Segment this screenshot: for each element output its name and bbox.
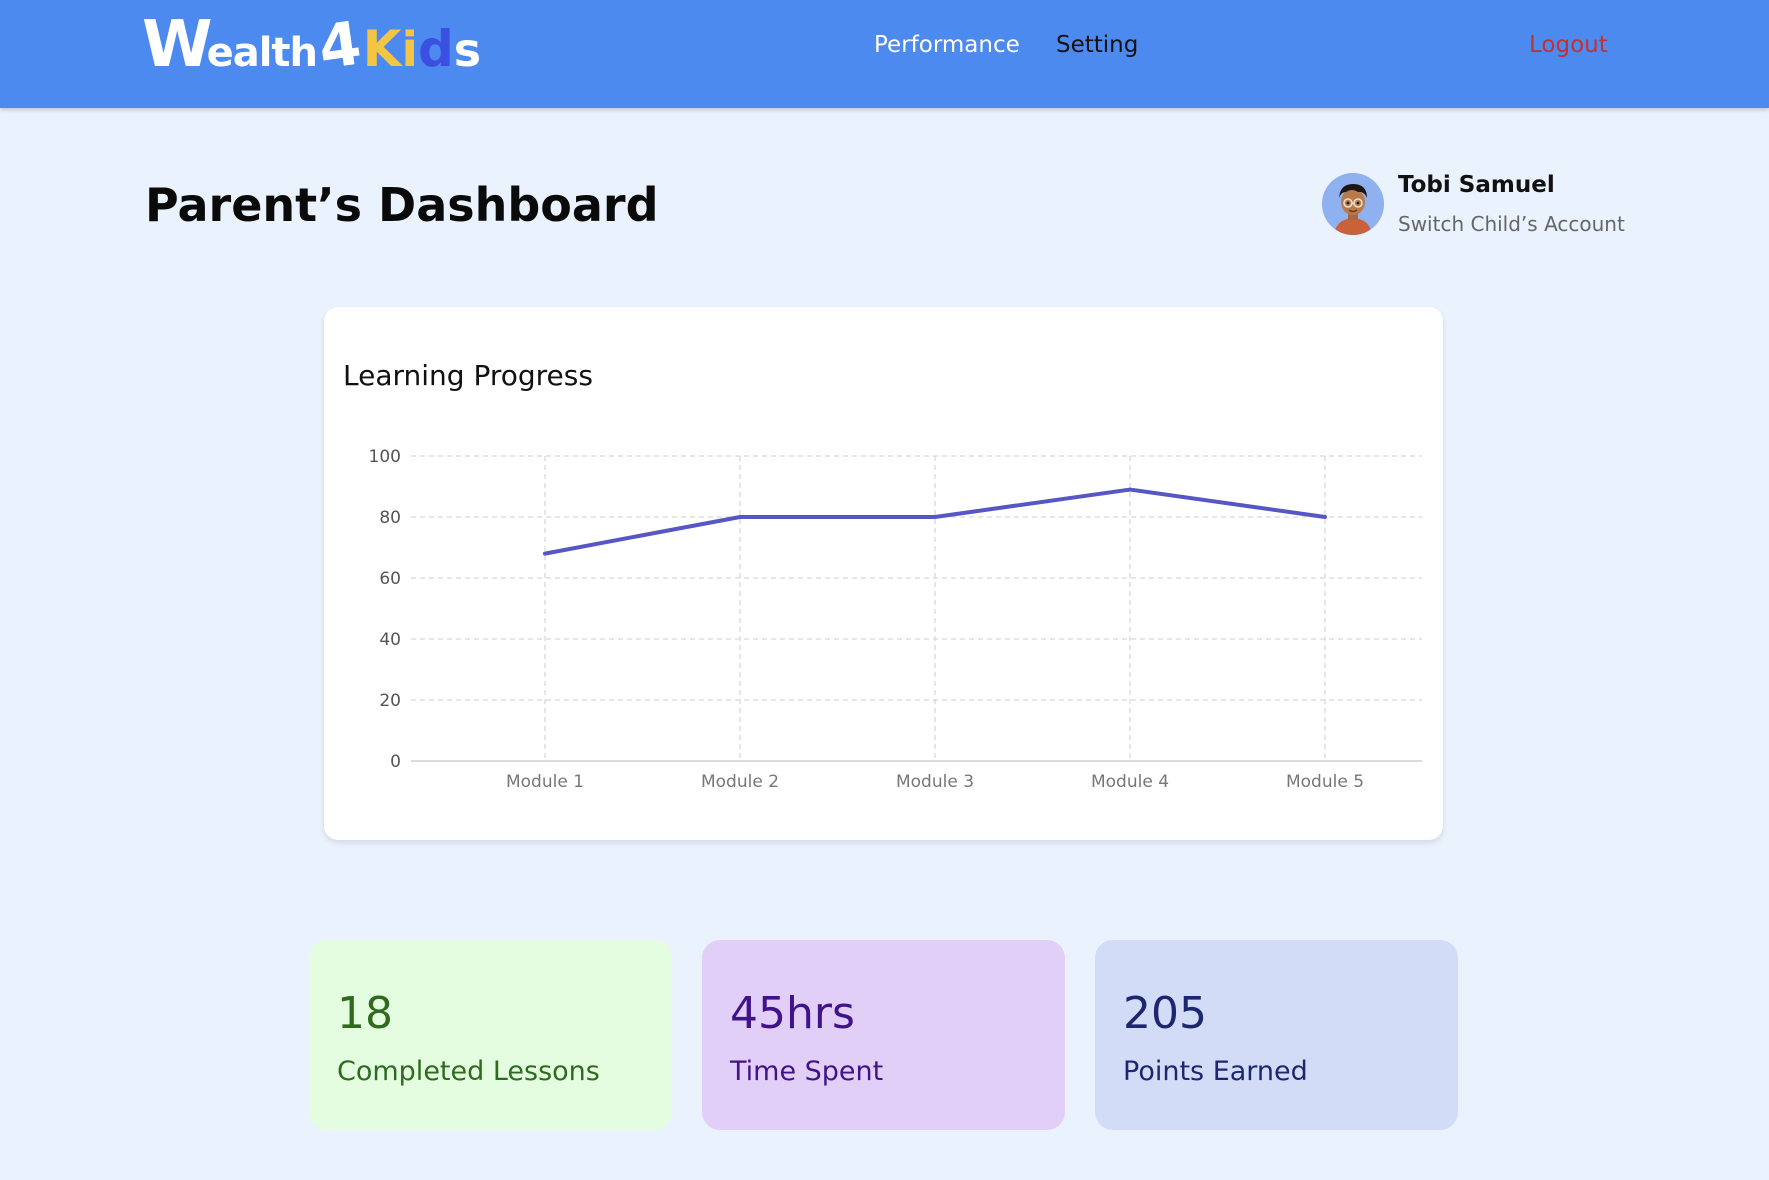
points-earned-card: 205 Points Earned xyxy=(1095,940,1458,1130)
logo-letter-i: i xyxy=(401,22,418,78)
logo-letter-w: W xyxy=(142,8,213,82)
y-tick-label: 20 xyxy=(379,691,401,711)
logo-letter-k: K xyxy=(362,20,402,78)
y-tick-label: 60 xyxy=(379,569,401,589)
x-tick-label: Module 4 xyxy=(1091,772,1169,792)
y-tick-label: 0 xyxy=(390,752,401,772)
data-point xyxy=(933,515,937,519)
x-tick-label: Module 2 xyxy=(701,772,779,792)
logo-text-ealth: ealth xyxy=(206,30,318,76)
page-title: Parent’s Dashboard xyxy=(145,178,659,232)
logo-letter-s: s xyxy=(453,23,482,77)
wealth4kids-logo[interactable]: W ealth 4 K i d s xyxy=(142,8,481,88)
data-point xyxy=(543,552,547,556)
data-point xyxy=(1128,488,1132,492)
y-tick-label: 40 xyxy=(379,630,401,650)
completed-lessons-value: 18 xyxy=(337,988,393,1039)
time-spent-card: 45hrs Time Spent xyxy=(702,940,1065,1130)
logout-link[interactable]: Logout xyxy=(1529,32,1608,58)
points-earned-value: 205 xyxy=(1123,988,1207,1039)
child-name: Tobi Samuel xyxy=(1398,172,1555,198)
data-point xyxy=(1323,515,1327,519)
learning-progress-chart: 0 20 40 60 80 100 Module 1 Module 2 Module 3 Modu… xyxy=(369,447,1422,792)
points-earned-label: Points Earned xyxy=(1123,1056,1308,1087)
logo-number-four: 4 xyxy=(314,8,366,84)
x-tick-label: Module 1 xyxy=(506,772,584,792)
y-tick-label: 100 xyxy=(369,447,401,467)
logo-letter-d: d xyxy=(417,20,454,78)
x-tick-label: Module 3 xyxy=(896,772,974,792)
avatar-illustration-icon xyxy=(1322,173,1384,235)
switch-child-account-link[interactable]: Switch Child’s Account xyxy=(1398,212,1625,236)
child-avatar[interactable] xyxy=(1322,173,1384,235)
completed-lessons-label: Completed Lessons xyxy=(337,1056,600,1087)
data-point xyxy=(738,515,742,519)
top-navbar: W ealth 4 K i d s Performance Setting Lo… xyxy=(0,0,1769,108)
time-spent-label: Time Spent xyxy=(730,1056,884,1087)
nav-performance-link[interactable]: Performance xyxy=(874,32,1020,58)
nav-setting-link[interactable]: Setting xyxy=(1056,32,1138,58)
y-tick-label: 80 xyxy=(379,508,401,528)
time-spent-value: 45hrs xyxy=(730,988,855,1039)
completed-lessons-card: 18 Completed Lessons xyxy=(309,940,672,1130)
x-tick-label: Module 5 xyxy=(1286,772,1364,792)
learning-progress-card: Learning Progress 0 20 40 60 80 100 Module 1 Mo… xyxy=(324,307,1443,840)
